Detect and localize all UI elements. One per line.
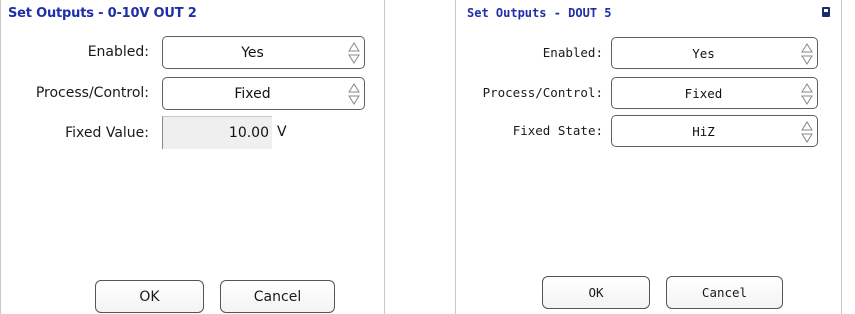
- fixed-value-field[interactable]: 10.00: [162, 116, 272, 149]
- ok-button[interactable]: OK: [95, 280, 204, 313]
- cancel-button[interactable]: Cancel: [220, 280, 335, 313]
- enabled-spinner[interactable]: Yes: [162, 36, 365, 69]
- up-down-arrows-icon[interactable]: [800, 120, 814, 144]
- fixed-state-value: HiZ: [692, 123, 715, 139]
- fixed-state-label: Fixed State:: [512, 123, 603, 138]
- up-down-arrows-icon[interactable]: [800, 82, 814, 106]
- up-down-arrows-icon[interactable]: [800, 42, 814, 66]
- fixed-value-unit: V: [277, 124, 287, 140]
- enabled-label: Enabled:: [542, 45, 603, 60]
- enabled-spinner[interactable]: Yes: [611, 37, 818, 69]
- up-down-arrows-icon[interactable]: [347, 41, 361, 65]
- enabled-value: Yes: [241, 44, 264, 61]
- up-down-arrows-icon[interactable]: [347, 82, 361, 106]
- cancel-button[interactable]: Cancel: [666, 276, 783, 309]
- process-control-label: Process/Control:: [482, 85, 603, 100]
- process-control-value: Fixed: [684, 85, 723, 101]
- process-control-spinner[interactable]: Fixed: [162, 77, 365, 110]
- process-control-value: Fixed: [234, 85, 271, 102]
- process-control-label: Process/Control:: [35, 85, 149, 101]
- outputs-panel-dout5: Set Outputs - DOUT 5 Enabled: Yes Proces…: [455, 0, 842, 314]
- panel-title: Set Outputs - DOUT 5: [467, 6, 612, 20]
- battery-icon: [822, 7, 830, 17]
- process-control-spinner[interactable]: Fixed: [611, 77, 818, 109]
- enabled-label: Enabled:: [87, 44, 149, 60]
- outputs-panel-0-10v-out2: Set Outputs - 0-10V OUT 2 Enabled: Yes P…: [0, 0, 385, 314]
- ok-button[interactable]: OK: [542, 276, 650, 309]
- enabled-value: Yes: [692, 45, 715, 61]
- fixed-value-label: Fixed Value:: [65, 125, 149, 141]
- panel-title: Set Outputs - 0-10V OUT 2: [8, 6, 197, 21]
- fixed-state-spinner[interactable]: HiZ: [611, 115, 818, 147]
